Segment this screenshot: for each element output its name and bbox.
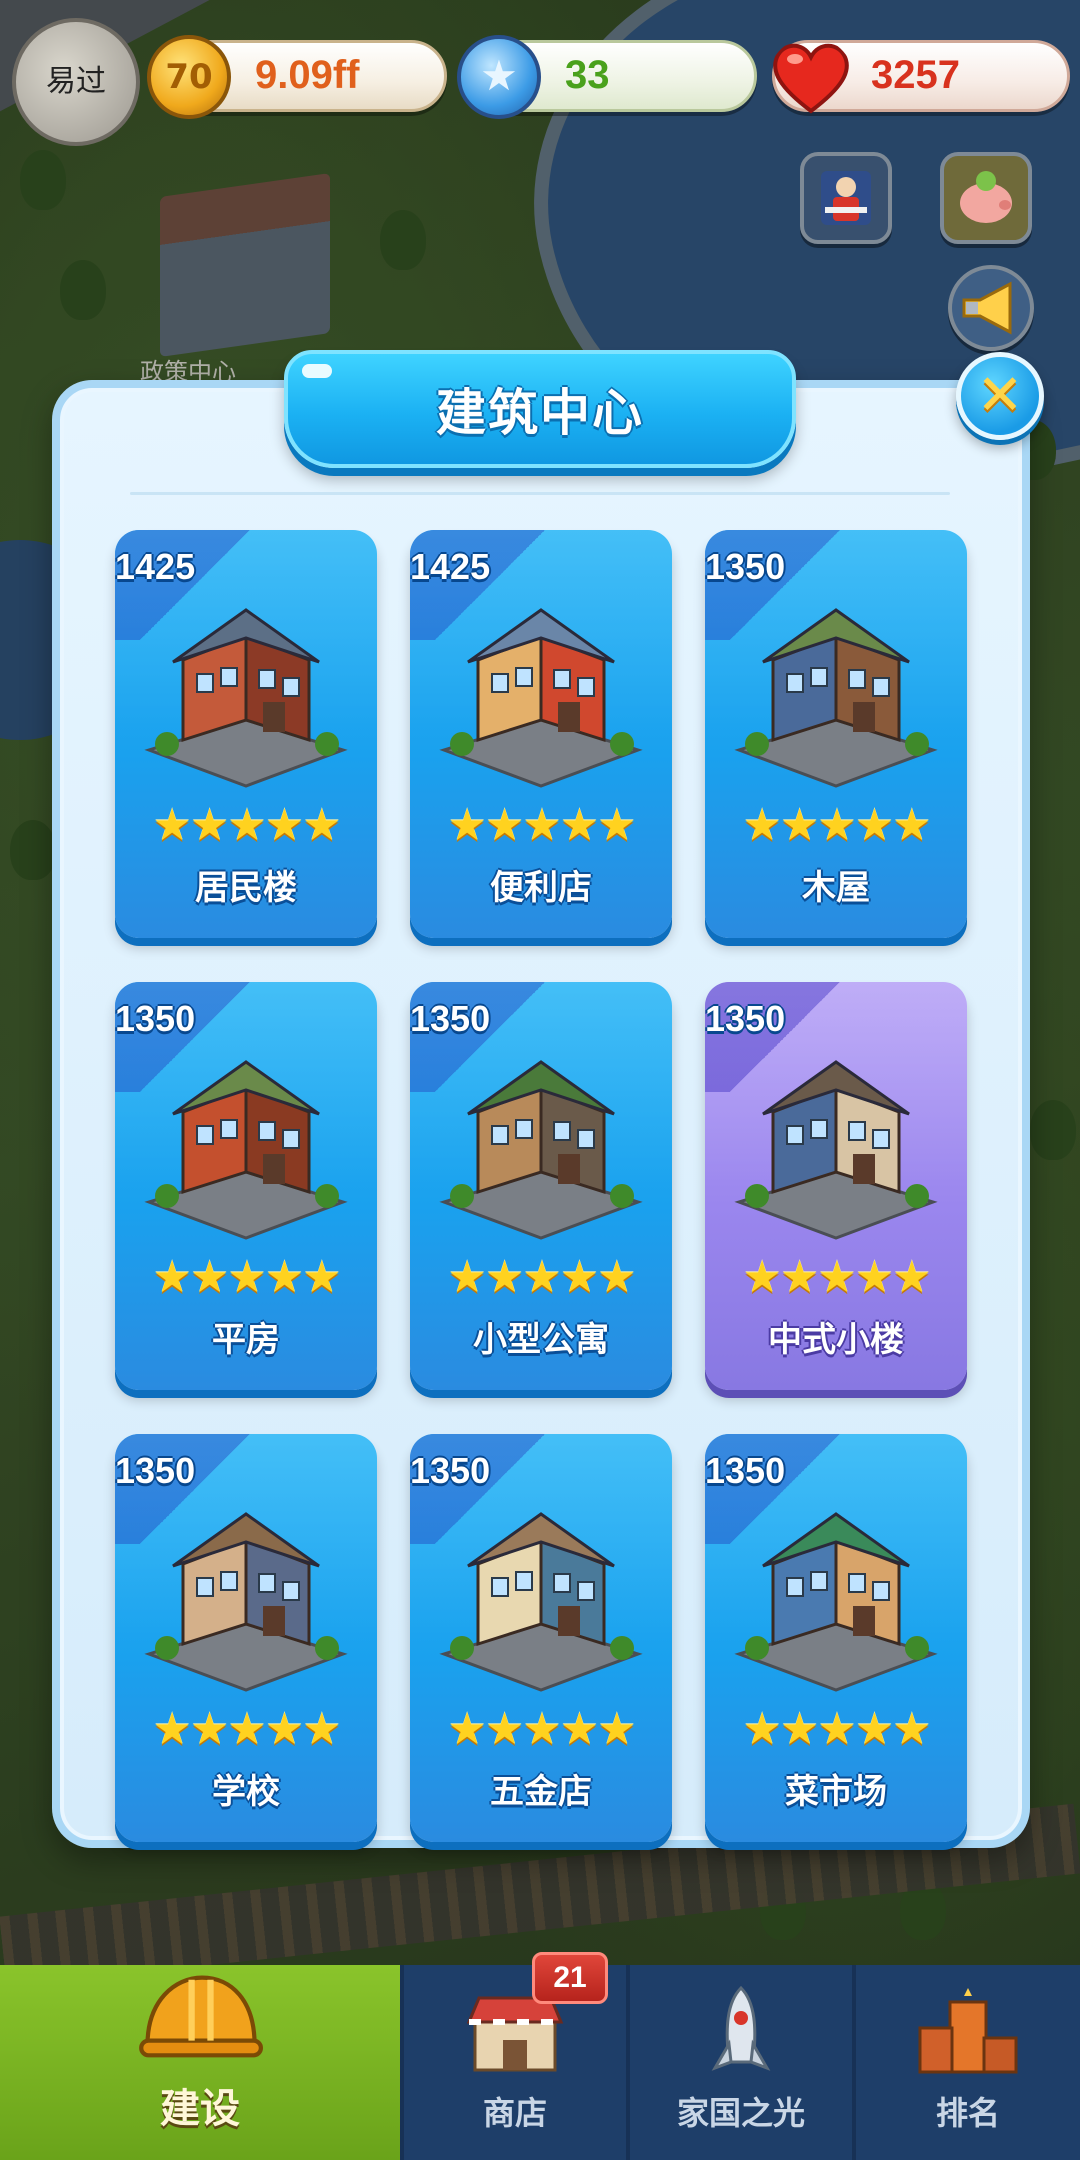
building-card[interactable]: 1350 ★★★★★ 学校 — [115, 1434, 377, 1842]
avatar-calligraphy: 易过 — [46, 64, 106, 100]
heart-value: 3257 — [871, 53, 960, 97]
building-card[interactable]: 1350 ★★★★★ 平房 — [115, 982, 377, 1390]
star-rating: ★★★★★ — [447, 1704, 636, 1755]
hard-hat-icon — [139, 1975, 263, 2058]
building-cost: 1350 — [115, 1450, 196, 1491]
star-currency-value: 33 — [565, 53, 610, 97]
shop-notification-badge: 21 — [532, 1952, 608, 2004]
building-card[interactable]: 1350 ★★★★★ 小型公寓 — [410, 982, 672, 1390]
megaphone-button[interactable] — [948, 265, 1034, 351]
building-illustration — [439, 1060, 643, 1240]
event-button[interactable] — [800, 152, 892, 244]
nav-shop-label: 商店 — [482, 2094, 547, 2132]
building-name: 中式小楼 — [768, 1320, 904, 1360]
building-cost: 1350 — [705, 998, 786, 1039]
building-name: 平房 — [212, 1320, 280, 1360]
building-illustration — [734, 1060, 938, 1240]
heart-icon — [773, 43, 849, 114]
dialog-divider — [130, 492, 950, 495]
star-rating: ★★★★★ — [447, 1252, 636, 1303]
star-currency-counter[interactable]: ★ 33 — [457, 35, 757, 119]
nav-national-glory-label: 家国之光 — [676, 2094, 805, 2132]
star-rating: ★★★★★ — [742, 1704, 931, 1755]
coin-glyph: 70 — [165, 57, 213, 97]
coin-icon: 70 — [147, 35, 231, 119]
building-name: 五金店 — [490, 1772, 592, 1812]
building-cost: 1350 — [410, 998, 491, 1039]
rocket-icon — [711, 1985, 771, 2071]
heart-counter[interactable]: 3257 — [772, 40, 1070, 114]
star-rating: ★★★★★ — [152, 800, 341, 851]
star-gem-icon: ★ — [457, 35, 541, 119]
building-illustration — [439, 1512, 643, 1692]
piggy-bank-icon — [960, 171, 1012, 223]
nav-rank[interactable]: 排名 — [856, 1965, 1080, 2160]
piggy-bank-button[interactable] — [940, 152, 1032, 244]
nav-build-label: 建设 — [160, 2086, 240, 2132]
coin-value: 9.09ff — [255, 53, 360, 97]
building-name: 学校 — [212, 1772, 280, 1812]
building-card[interactable]: 1350 ★★★★★ 中式小楼 — [705, 982, 967, 1390]
dialog-title-banner: 建筑中心 — [284, 350, 796, 468]
building-cost: 1425 — [115, 546, 196, 587]
podium-icon — [918, 1988, 1018, 2074]
building-cost: 1350 — [410, 1450, 491, 1491]
building-illustration — [439, 608, 643, 788]
nav-rank-label: 排名 — [935, 2094, 1000, 2132]
star-rating: ★★★★★ — [152, 1704, 341, 1755]
star-rating: ★★★★★ — [742, 1252, 931, 1303]
close-button[interactable]: ✕ — [956, 352, 1044, 440]
building-cost: 1350 — [115, 998, 196, 1039]
building-cost: 1425 — [410, 546, 491, 587]
building-illustration — [734, 1512, 938, 1692]
building-name: 木屋 — [802, 868, 870, 908]
close-icon: ✕ — [976, 363, 1024, 428]
building-card[interactable]: 1350 ★★★★★ 五金店 — [410, 1434, 672, 1842]
nav-build[interactable]: 建设 — [0, 1965, 404, 2160]
megaphone-icon — [962, 281, 1012, 335]
building-cost: 1350 — [705, 546, 786, 587]
player-avatar[interactable]: 易过 — [12, 18, 140, 146]
building-illustration — [144, 608, 348, 788]
event-figure-icon — [821, 171, 871, 225]
nav-national-glory[interactable]: 家国之光 — [630, 1965, 856, 2160]
star-glyph: ★ — [480, 51, 518, 100]
building-illustration — [144, 1060, 348, 1240]
building-name: 居民楼 — [195, 868, 297, 908]
building-cost: 1350 — [705, 1450, 786, 1491]
building-illustration — [734, 608, 938, 788]
building-illustration — [144, 1512, 348, 1692]
building-name: 小型公寓 — [473, 1320, 609, 1360]
building-card[interactable]: 1425 ★★★★★ 居民楼 — [115, 530, 377, 938]
building-card[interactable]: 1350 ★★★★★ 菜市场 — [705, 1434, 967, 1842]
star-rating: ★★★★★ — [152, 1252, 341, 1303]
building-card[interactable]: 1350 ★★★★★ 木屋 — [705, 530, 967, 938]
star-rating: ★★★★★ — [742, 800, 931, 851]
star-rating: ★★★★★ — [447, 800, 636, 851]
coin-counter[interactable]: 70 9.09ff — [147, 35, 447, 119]
building-name: 便利店 — [490, 868, 592, 908]
dialog-title: 建筑中心 — [436, 384, 644, 442]
building-name: 菜市场 — [785, 1772, 887, 1812]
building-card[interactable]: 1425 ★★★★★ 便利店 — [410, 530, 672, 938]
